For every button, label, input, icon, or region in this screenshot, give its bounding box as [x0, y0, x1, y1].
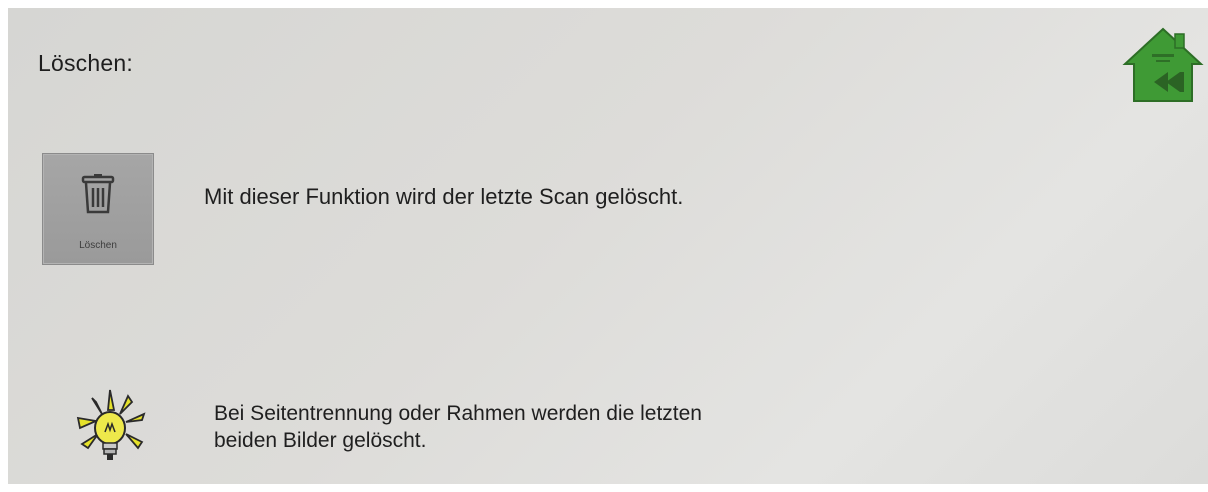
home-back-icon	[1122, 27, 1204, 102]
delete-button[interactable]: Löschen	[42, 153, 154, 265]
tip-line-1: Bei Seitentrennung oder Rahmen werden di…	[214, 402, 702, 425]
function-description: Mit dieser Funktion wird der letzte Scan…	[204, 184, 684, 209]
page-title: Löschen:	[38, 50, 133, 76]
tip-line-2: beiden Bilder gelöscht.	[214, 429, 427, 452]
tip-text: Bei Seitentrennung oder Rahmen werden di…	[214, 400, 702, 454]
home-back-button[interactable]	[1122, 26, 1204, 104]
screen: Löschen: Löschen Mit dieser Funktion wir…	[8, 8, 1208, 484]
delete-button-label: Löschen	[79, 240, 117, 251]
lightbulb-icon	[70, 388, 150, 477]
trash-icon	[81, 174, 115, 214]
